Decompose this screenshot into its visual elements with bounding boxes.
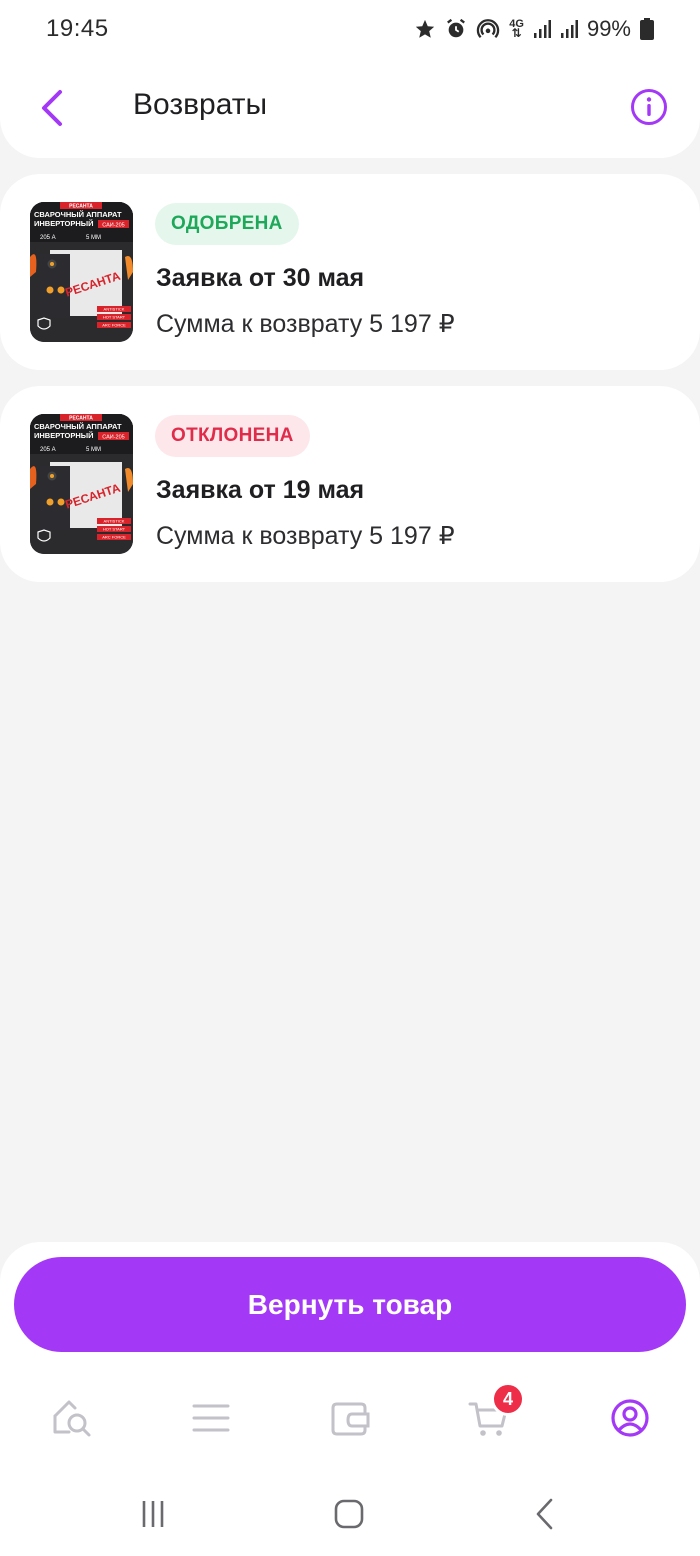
return-item-button[interactable]: Вернуть товар xyxy=(14,1257,686,1352)
welder-product-image: РЕСАНТА СВАРОЧНЫЙ АППАРАТ ИНВЕРТОРНЫЙ СА… xyxy=(30,202,133,342)
svg-text:HOT START: HOT START xyxy=(103,315,126,320)
svg-text:СВАРОЧНЫЙ АППАРАТ: СВАРОЧНЫЙ АППАРАТ xyxy=(34,422,122,431)
home-square-icon xyxy=(334,1499,364,1529)
home-search-icon[interactable] xyxy=(49,1396,93,1440)
return-request-card[interactable]: РЕСАНТА СВАРОЧНЫЙ АППАРАТ ИНВЕРТОРНЫЙ СА… xyxy=(0,386,700,582)
back-button[interactable] xyxy=(32,86,72,130)
refund-amount: Сумма к возврату 5 197 ₽ xyxy=(156,310,455,338)
signal-icon-2 xyxy=(560,20,578,38)
svg-text:205 А: 205 А xyxy=(40,447,56,453)
returns-screen: 19:45 4G ⇅ 99% Возвраты РЕСАНТА СВАРОЧНЫ… xyxy=(0,0,700,1556)
battery-percent: 99% xyxy=(586,16,631,41)
svg-text:ARC FORCE: ARC FORCE xyxy=(102,323,126,328)
svg-text:5 ММ: 5 ММ xyxy=(86,447,101,453)
svg-text:ARC FORCE: ARC FORCE xyxy=(102,535,126,540)
home-button[interactable] xyxy=(327,1494,371,1534)
svg-text:ИНВЕРТОРНЫЙ: ИНВЕРТОРНЫЙ xyxy=(34,219,94,228)
back-arrow-icon xyxy=(536,1498,553,1530)
recent-apps-button[interactable] xyxy=(131,1494,175,1534)
status-badge-approved: ОДОБРЕНА xyxy=(155,203,299,245)
svg-text:РЕСАНТА: РЕСАНТА xyxy=(69,416,93,422)
star-icon xyxy=(416,19,435,38)
svg-text:ANTISTICK: ANTISTICK xyxy=(104,307,125,312)
welder-product-image: РЕСАНТА СВАРОЧНЫЙ АППАРАТ ИНВЕРТОРНЫЙ СА… xyxy=(30,414,133,554)
svg-text:РЕСАНТА: РЕСАНТА xyxy=(69,204,93,210)
profile-icon[interactable] xyxy=(608,1396,652,1440)
svg-text:205 А: 205 А xyxy=(40,235,56,241)
recent-apps-icon xyxy=(142,1501,164,1527)
info-icon[interactable] xyxy=(630,88,668,126)
svg-text:СВАРОЧНЫЙ АППАРАТ: СВАРОЧНЫЙ АППАРАТ xyxy=(34,210,122,219)
page-title: Возвраты xyxy=(133,88,268,121)
product-thumbnail: РЕСАНТА СВАРОЧНЫЙ АППАРАТ ИНВЕРТОРНЫЙ СА… xyxy=(30,202,133,342)
svg-text:ANTISTICK: ANTISTICK xyxy=(104,519,125,524)
battery-icon xyxy=(640,18,654,40)
wallet-icon[interactable] xyxy=(328,1396,372,1440)
refund-amount: Сумма к возврату 5 197 ₽ xyxy=(156,522,455,550)
svg-text:HOT START: HOT START xyxy=(103,527,126,532)
svg-text:САИ-205: САИ-205 xyxy=(102,435,124,441)
signal-icon xyxy=(533,20,551,38)
status-icons: 4G ⇅ 99% xyxy=(414,16,654,42)
svg-text:ИНВЕРТОРНЫЙ: ИНВЕРТОРНЫЙ xyxy=(34,431,94,440)
request-title: Заявка от 30 мая xyxy=(156,264,365,292)
chevron-left-icon xyxy=(42,90,62,126)
svg-text:5 ММ: 5 ММ xyxy=(86,235,101,241)
product-thumbnail: РЕСАНТА СВАРОЧНЫЙ АППАРАТ ИНВЕРТОРНЫЙ СА… xyxy=(30,414,133,554)
alarm-icon xyxy=(447,18,466,38)
system-nav-bar xyxy=(0,1470,700,1556)
svg-text:САИ-205: САИ-205 xyxy=(102,223,124,229)
request-title: Заявка от 19 мая xyxy=(156,476,365,504)
status-time: 19:45 xyxy=(46,15,109,42)
network-indicator: 4G ⇅ xyxy=(509,18,524,40)
bottom-tabbar: 4 xyxy=(0,1378,700,1458)
cart-count-badge: 4 xyxy=(491,1382,525,1416)
status-badge-rejected: ОТКЛОНЕНА xyxy=(155,415,310,457)
system-back-button[interactable] xyxy=(523,1494,567,1534)
status-bar: 19:45 4G ⇅ 99% xyxy=(0,0,700,58)
hotspot-icon xyxy=(477,19,500,39)
menu-icon[interactable] xyxy=(189,1396,233,1440)
return-request-card[interactable]: РЕСАНТА СВАРОЧНЫЙ АППАРАТ ИНВЕРТОРНЫЙ СА… xyxy=(0,174,700,370)
header: Возвраты xyxy=(0,58,700,158)
